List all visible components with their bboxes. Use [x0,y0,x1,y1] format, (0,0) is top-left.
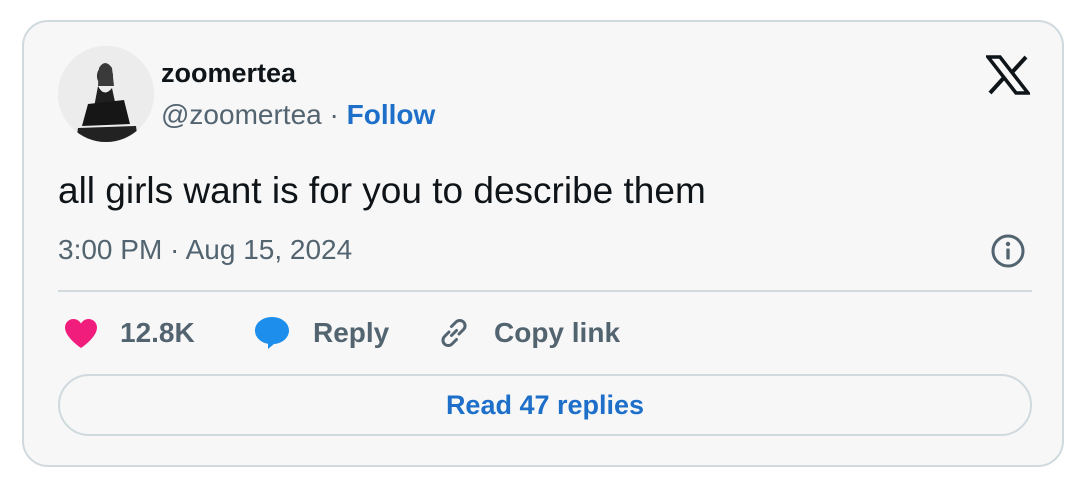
read-replies-label: Read 47 replies [445,389,645,420]
follow-button[interactable]: Follow [347,99,436,130]
copy-link-button[interactable]: Copy link [436,311,620,355]
info-icon[interactable] [990,233,1026,269]
tweet-text: all girls want is for you to describe th… [58,170,706,211]
separator-dot: · [329,99,347,130]
handle-row: @zoomertea · Follow [161,99,435,131]
link-icon [441,318,467,348]
x-logo-icon[interactable] [986,55,1030,95]
reply-label: Reply [313,317,390,348]
author-name[interactable]: zoomertea [161,58,296,89]
like-button[interactable]: 12.8K [64,311,195,355]
speech-bubble-icon [255,317,289,349]
avatar-photo [58,46,154,142]
heart-icon [65,318,97,348]
avatar[interactable] [58,46,154,142]
like-count: 12.8K [120,317,195,348]
tweet-card: zoomertea @zoomertea · Follow all girls … [22,20,1064,467]
reply-button[interactable]: Reply [253,311,389,355]
tweet-timestamp[interactable]: 3:00 PM · Aug 15, 2024 [58,234,352,266]
divider [58,290,1032,292]
copy-link-label: Copy link [494,317,621,348]
read-replies-button[interactable]: Read 47 replies [58,374,1032,436]
author-handle[interactable]: @zoomertea [161,99,322,130]
